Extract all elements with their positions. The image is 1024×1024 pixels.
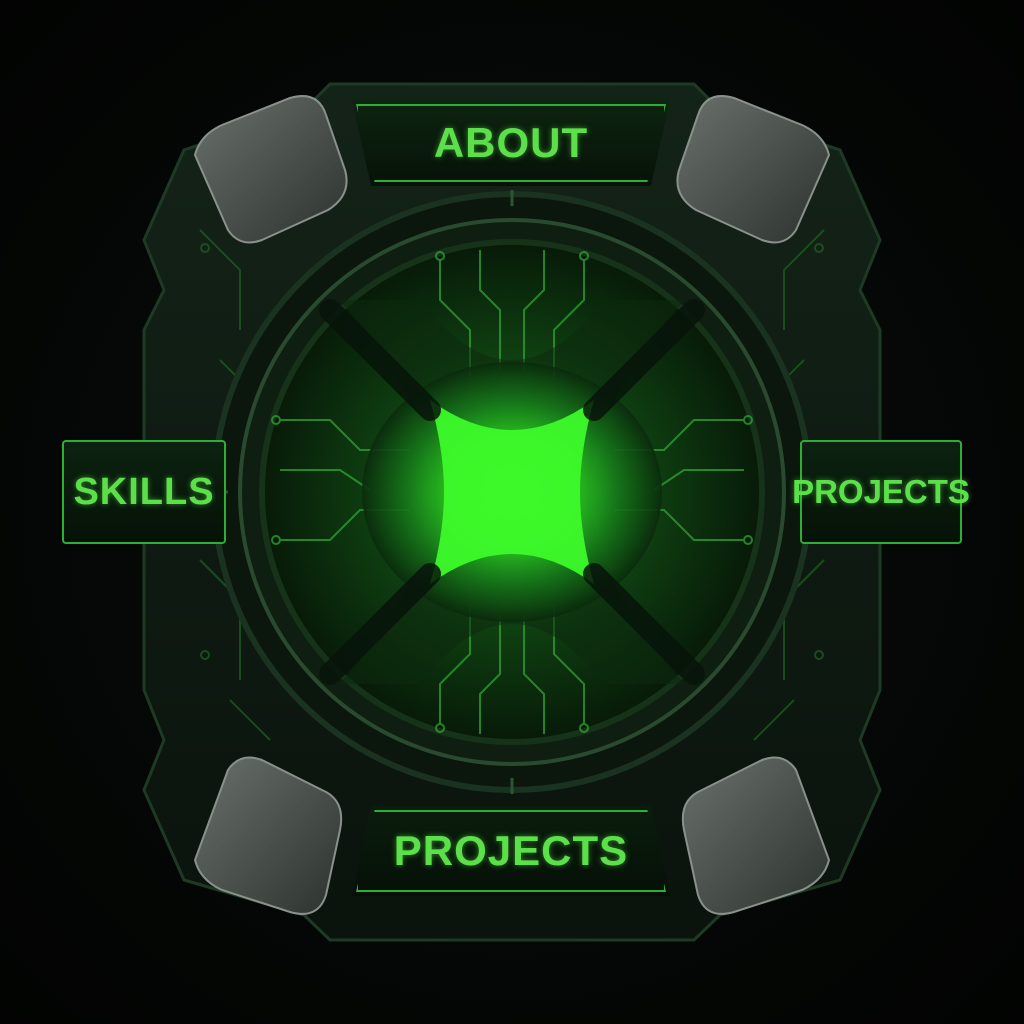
- nav-projects-bottom-button[interactable]: PROJECTS: [352, 806, 670, 896]
- nav-projects-right-button[interactable]: PROJECTS: [792, 440, 970, 544]
- nav-projects-bottom-label: PROJECTS: [393, 827, 629, 874]
- nav-skills-button[interactable]: SKILLS: [62, 440, 226, 544]
- nav-about-button[interactable]: ABOUT: [352, 100, 670, 186]
- nav-about-label: ABOUT: [433, 119, 589, 166]
- nav-skills-label: SKILLS: [73, 470, 215, 513]
- nav-projects-right-label: PROJECTS: [792, 473, 970, 510]
- device-hud: ABOUT SKILLS PROJECTS PROJECTS: [0, 0, 1024, 1024]
